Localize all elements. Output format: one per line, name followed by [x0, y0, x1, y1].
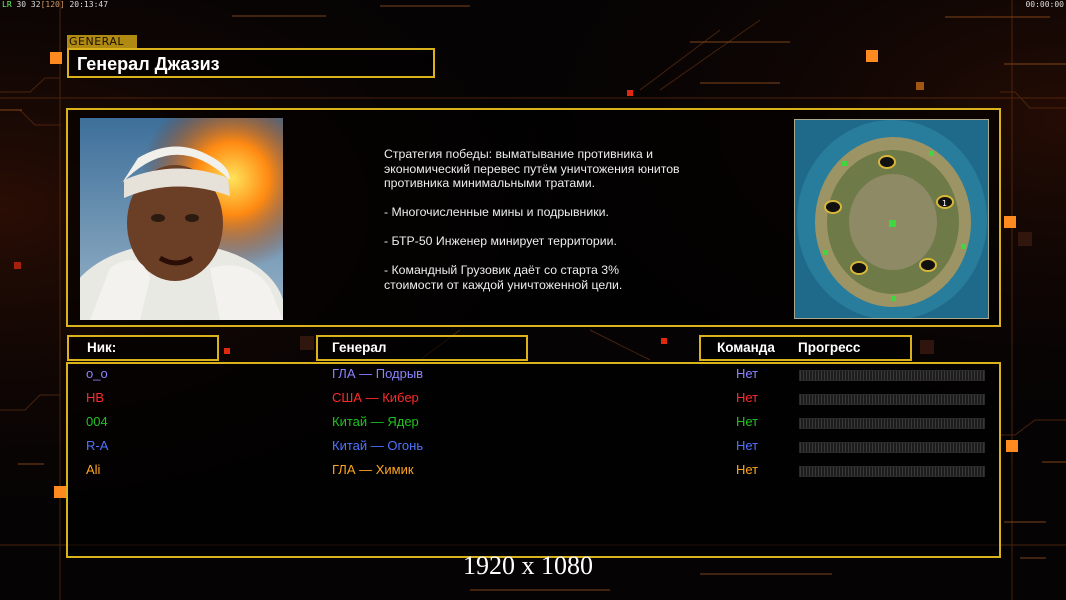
- strategy-description: Стратегия победы: выматывание противника…: [384, 147, 680, 292]
- team-progress-header: Команда Прогресс: [699, 335, 912, 361]
- nick-header-label: Ник:: [87, 340, 117, 355]
- system-time: 20:13:47: [69, 0, 109, 9]
- fps-prefix: LR: [2, 0, 12, 9]
- player-general: Китай — Огонь: [332, 438, 424, 453]
- player-team: Нет: [736, 438, 759, 453]
- player-general: Китай — Ядер: [332, 414, 419, 429]
- player-row[interactable]: Ali ГЛА — Химик Нет: [0, 462, 1066, 484]
- player-row[interactable]: R-A Китай — Огонь Нет: [0, 438, 1066, 460]
- player-general: ГЛА — Химик: [332, 462, 414, 477]
- general-header-label: Генерал: [332, 340, 387, 355]
- player-general: США — Кибер: [332, 390, 419, 405]
- player-nick: HB: [86, 390, 105, 405]
- player-nick: R-A: [86, 438, 109, 453]
- player-progress-bar: [799, 394, 985, 405]
- team-header-label: Команда: [717, 340, 775, 355]
- fps-bracket: [120]: [40, 0, 65, 9]
- player-general: ГЛА — Подрыв: [332, 366, 424, 381]
- title-box: Генерал Джазиз: [67, 48, 435, 78]
- general-tag: GENERAL: [67, 35, 137, 48]
- player-team: Нет: [736, 390, 759, 405]
- player-team: Нет: [736, 462, 759, 477]
- player-team: Нет: [736, 414, 759, 429]
- fps-values: 30 32: [16, 0, 41, 9]
- fps-counter: LR 30 32[120] 20:13:47: [2, 0, 108, 9]
- resolution-label: 1920 x 1080: [463, 551, 593, 580]
- player-row[interactable]: 004 Китай — Ядер Нет: [0, 414, 1066, 436]
- general-portrait: [80, 118, 283, 320]
- player-progress-bar: [799, 466, 985, 477]
- general-title: Генерал Джазиз: [77, 54, 220, 74]
- map-marker-label: 1: [942, 199, 947, 208]
- player-row[interactable]: o_o ГЛА — Подрыв Нет: [0, 366, 1066, 388]
- player-progress-bar: [799, 418, 985, 429]
- player-nick: Ali: [86, 462, 101, 477]
- player-progress-bar: [799, 442, 985, 453]
- player-nick: o_o: [86, 366, 108, 381]
- nick-header: Ник:: [67, 335, 219, 361]
- game-clock: 00:00:00: [1025, 0, 1064, 9]
- general-header: Генерал: [316, 335, 528, 361]
- map-preview[interactable]: 1: [794, 119, 989, 319]
- player-progress-bar: [799, 370, 985, 381]
- player-nick: 004: [86, 414, 108, 429]
- progress-header-label: Прогресс: [798, 340, 861, 355]
- player-team: Нет: [736, 366, 759, 381]
- player-row[interactable]: HB США — Кибер Нет: [0, 390, 1066, 412]
